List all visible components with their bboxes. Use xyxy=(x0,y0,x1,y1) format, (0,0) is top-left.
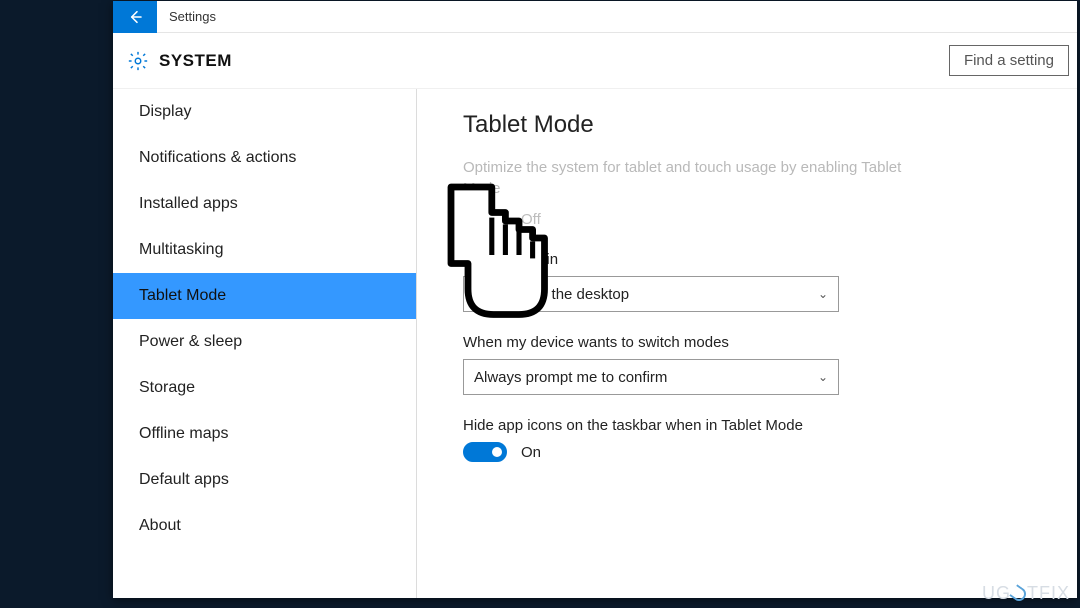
sidebar-item-label: About xyxy=(139,517,181,534)
sidebar-item-tablet-mode[interactable]: Tablet Mode xyxy=(113,273,416,319)
hide-icons-label: Hide app icons on the taskbar when in Ta… xyxy=(463,417,1055,434)
settings-body: Display Notifications & actions Installe… xyxy=(113,89,1077,598)
sidebar-item-about[interactable]: About xyxy=(113,503,416,549)
sidebar-item-label: Tablet Mode xyxy=(139,287,226,304)
sidebar-item-label: Installed apps xyxy=(139,195,238,212)
header-title: SYSTEM xyxy=(159,51,232,71)
content-pane: Tablet Mode Optimize the system for tabl… xyxy=(417,89,1077,598)
sidebar-item-label: Display xyxy=(139,103,191,120)
page-header: SYSTEM Find a setting xyxy=(113,33,1077,89)
sidebar-item-multitasking[interactable]: Multitasking xyxy=(113,227,416,273)
tablet-mode-toggle-row: Off xyxy=(463,209,1055,229)
switch-mode-select[interactable]: Always prompt me to confirm ⌄ xyxy=(463,359,839,395)
select-value: Take me to the desktop xyxy=(474,286,629,303)
sidebar-item-label: Default apps xyxy=(139,471,229,488)
settings-window: Settings SYSTEM Find a setting Display N… xyxy=(113,1,1077,598)
sidebar-item-notifications[interactable]: Notifications & actions xyxy=(113,135,416,181)
sidebar-item-power-sleep[interactable]: Power & sleep xyxy=(113,319,416,365)
sidebar-item-label: Offline maps xyxy=(139,425,229,442)
chevron-down-icon: ⌄ xyxy=(818,370,828,384)
hide-icons-toggle-row: On xyxy=(463,442,1055,462)
sidebar-item-offline-maps[interactable]: Offline maps xyxy=(113,411,416,457)
back-arrow-icon xyxy=(127,9,143,25)
sidebar-item-display[interactable]: Display xyxy=(113,89,416,135)
gear-icon xyxy=(127,50,149,72)
title-bar: Settings xyxy=(113,1,1077,33)
watermark: UGTFIX xyxy=(982,583,1070,604)
back-button[interactable] xyxy=(113,1,157,33)
toggle-knob xyxy=(492,447,502,457)
signin-behavior-label: When I sign in xyxy=(463,251,1055,268)
toggle-state-label: Off xyxy=(521,211,541,228)
find-setting-search[interactable]: Find a setting xyxy=(949,45,1069,76)
window-title: Settings xyxy=(169,9,216,24)
sidebar-item-label: Multitasking xyxy=(139,241,223,258)
signin-behavior-select[interactable]: Take me to the desktop ⌄ xyxy=(463,276,839,312)
sidebar-item-default-apps[interactable]: Default apps xyxy=(113,457,416,503)
sidebar-item-label: Power & sleep xyxy=(139,333,242,350)
tablet-mode-description: Optimize the system for tablet and touch… xyxy=(463,157,933,199)
sidebar-item-label: Notifications & actions xyxy=(139,149,296,166)
sidebar-item-installed-apps[interactable]: Installed apps xyxy=(113,181,416,227)
toggle-knob xyxy=(468,214,478,224)
page-title: Tablet Mode xyxy=(463,111,1055,139)
toggle-state-label: On xyxy=(521,444,541,461)
chevron-down-icon: ⌄ xyxy=(818,287,828,301)
select-value: Always prompt me to confirm xyxy=(474,369,667,386)
sidebar-item-storage[interactable]: Storage xyxy=(113,365,416,411)
switch-mode-label: When my device wants to switch modes xyxy=(463,334,1055,351)
sidebar-item-label: Storage xyxy=(139,379,195,396)
sidebar: Display Notifications & actions Installe… xyxy=(113,89,417,598)
search-label: Find a setting xyxy=(964,52,1054,69)
hide-icons-toggle[interactable] xyxy=(463,442,507,462)
tablet-mode-toggle[interactable] xyxy=(463,209,507,229)
